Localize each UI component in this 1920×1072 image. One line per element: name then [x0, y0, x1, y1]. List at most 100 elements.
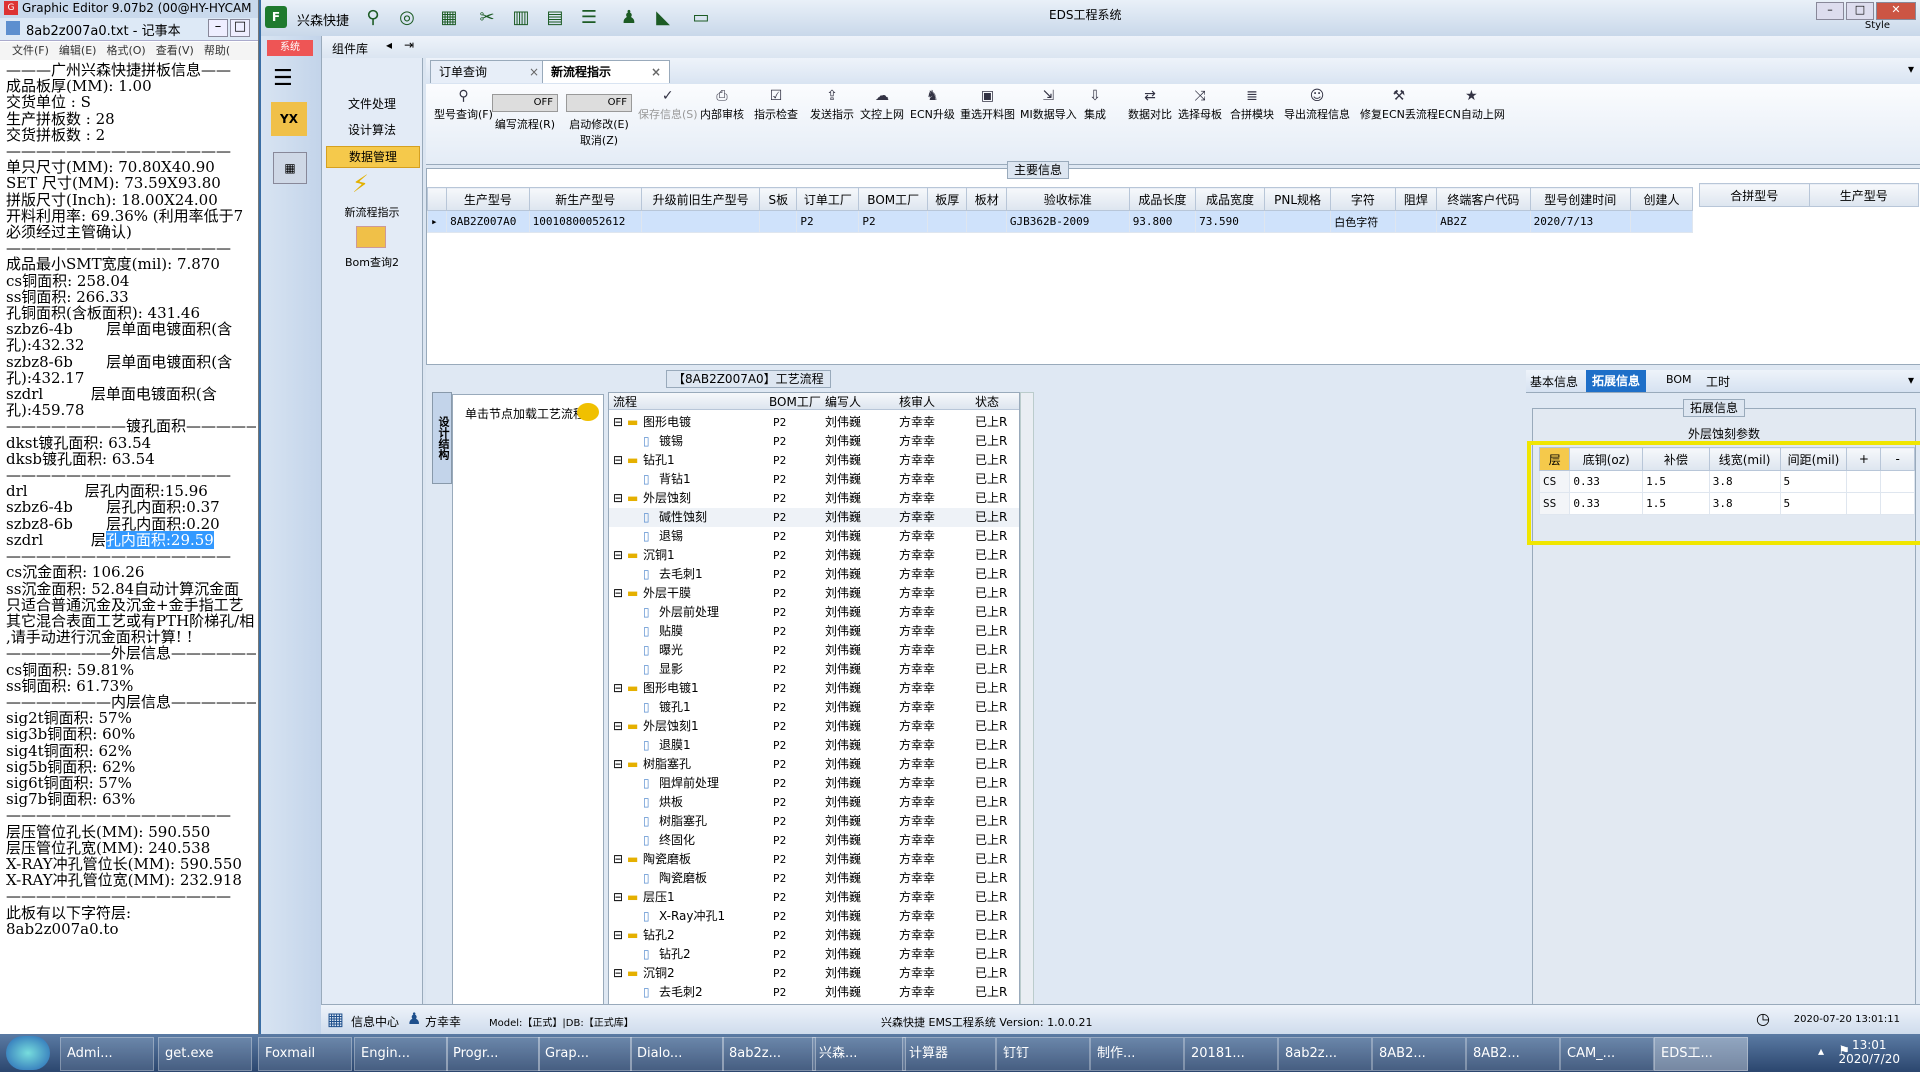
column-header[interactable]: 生产型号 — [1808, 183, 1919, 207]
toolbar-button-11[interactable]: ⇩ 集成 — [1084, 88, 1106, 122]
toggle-switch[interactable]: OFF — [566, 94, 632, 112]
taskbar-item[interactable]: 计算器 — [902, 1037, 996, 1071]
etch-column-header[interactable]: - — [1880, 447, 1915, 471]
scissors-icon[interactable]: ✂ — [475, 6, 499, 30]
target-icon[interactable]: ◎ — [395, 6, 419, 30]
collapse-left-icon[interactable]: ◂ — [386, 38, 392, 52]
col-flow[interactable]: 流程 — [613, 393, 637, 410]
flow-tree-row[interactable]: ▬ ⊟ 图形电镀1 P2 刘伟巍 方幸幸 已上R — [609, 679, 1019, 698]
collapse-icon[interactable]: ⊟ — [613, 679, 623, 698]
flow-tree-row[interactable]: ▯ 退锡 P2 刘伟巍 方幸幸 已上R — [609, 527, 1019, 546]
taskbar-item[interactable]: 8AB2... — [1466, 1037, 1560, 1071]
collapse-icon[interactable]: ⊟ — [613, 489, 623, 508]
flow-tree-row[interactable]: ▯ 外层前处理 P2 刘伟巍 方幸幸 已上R — [609, 603, 1019, 622]
collapse-icon[interactable]: ⊟ — [613, 717, 623, 736]
maximize-button[interactable]: □ — [1846, 2, 1874, 20]
taskbar-item[interactable]: Engin... — [354, 1037, 448, 1071]
tab-extended-info[interactable]: 拓展信息 — [1586, 370, 1647, 392]
etch-column-header[interactable]: 层 — [1538, 447, 1571, 471]
column-header[interactable]: 成品长度 — [1128, 187, 1197, 211]
taskbar-item[interactable]: 20181... — [1184, 1037, 1278, 1071]
toggle-switch[interactable]: OFF — [492, 94, 558, 112]
toolbar-button-0[interactable]: ⚲ 型号查询(F) — [434, 88, 493, 122]
column-header[interactable]: 创建人 — [1629, 187, 1694, 211]
flow-tree-row[interactable]: ▬ ⊟ 钻孔1 P2 刘伟巍 方幸幸 已上R — [609, 451, 1019, 470]
etch-cell[interactable] — [1880, 470, 1915, 493]
flow-tree-row[interactable]: ▯ 去毛刺1 P2 刘伟巍 方幸幸 已上R — [609, 565, 1019, 584]
menu-file[interactable]: 文件(F) — [12, 44, 49, 57]
list-icon[interactable]: ☰ — [577, 6, 601, 30]
new-flow-action[interactable]: 新流程指示 — [322, 204, 422, 220]
bom-query-action[interactable]: Bom查询2 — [322, 254, 422, 270]
design-structure-vtab[interactable]: 设计结构 — [432, 392, 452, 484]
flow-tree-row[interactable]: ▬ ⊟ 树脂塞孔 P2 刘伟巍 方幸幸 已上R — [609, 755, 1019, 774]
column-header[interactable]: 生产型号 — [446, 187, 530, 211]
table-cell[interactable] — [759, 210, 798, 233]
close-button[interactable]: ✕ — [1876, 2, 1916, 20]
info-center[interactable]: 信息中心 — [351, 1013, 399, 1030]
flow-tree-row[interactable]: ▯ 贴膜 P2 刘伟巍 方幸幸 已上R — [609, 622, 1019, 641]
toolbar-button-4[interactable]: ⎙ 内部审核 — [700, 88, 744, 122]
taskbar-item[interactable]: Dialo... — [630, 1037, 724, 1071]
flow-tree-row[interactable]: ▯ 镀孔1 P2 刘伟巍 方幸幸 已上R — [609, 698, 1019, 717]
toolbar-button-16[interactable]: ⚒ 修复ECN丢流程 — [1360, 88, 1438, 122]
column-header[interactable]: BOM工厂 — [858, 187, 929, 211]
taskbar-item[interactable]: CAM_... — [1560, 1037, 1654, 1071]
column-header[interactable]: 型号创建时间 — [1529, 187, 1631, 211]
tab-work-hours[interactable]: 工时 — [1706, 373, 1730, 390]
etch-cell[interactable]: CS — [1538, 470, 1571, 493]
flow-tree-row[interactable]: ▬ ⊟ 陶瓷磨板 P2 刘伟巍 方幸幸 已上R — [609, 850, 1019, 869]
table-cell[interactable]: 8AB2Z007A0 — [446, 210, 530, 233]
menu-edit[interactable]: 编辑(E) — [59, 44, 97, 57]
toolbar-sublabel[interactable]: 取消(Z) — [566, 132, 632, 148]
table-cell[interactable] — [966, 210, 1007, 233]
taskbar-item[interactable]: Foxmail — [258, 1037, 352, 1071]
etch-column-header[interactable]: 线宽(mil) — [1708, 447, 1781, 471]
flow-tree-row[interactable]: ▯ 钻孔2 P2 刘伟巍 方幸幸 已上R — [609, 945, 1019, 964]
tray-clock[interactable]: 13:01 2020/7/20 — [1838, 1038, 1900, 1066]
notepad-titlebar[interactable]: 8ab2z007a0.txt - 记事本 – □ — [0, 18, 258, 41]
column-header[interactable]: 阻焊 — [1394, 187, 1438, 211]
component-data-management[interactable]: 数据管理 — [326, 146, 420, 168]
col-checker[interactable]: 核审人 — [899, 393, 935, 410]
table-cell[interactable]: 10010800052612 — [528, 210, 642, 233]
table-cell[interactable]: 白色字符 — [1330, 210, 1396, 233]
toolbar-button-17[interactable]: ★ ECN自动上网 — [1438, 88, 1505, 122]
taskbar-item[interactable]: 制作... — [1090, 1037, 1184, 1071]
collapse-icon[interactable]: ⊟ — [613, 888, 623, 907]
menu-help[interactable]: 帮助( — [204, 44, 230, 57]
folder-icon[interactable] — [356, 226, 386, 248]
flow-tree-row[interactable]: ▯ 曝光 P2 刘伟巍 方幸幸 已上R — [609, 641, 1019, 660]
toolbar-button-13[interactable]: ⤨ 选择母板 — [1178, 88, 1222, 122]
column-header[interactable]: 字符 — [1330, 187, 1396, 211]
menu-icon[interactable]: ☰ — [273, 66, 293, 91]
toolbar-button-1[interactable]: OFF 编写流程(R) — [492, 88, 558, 132]
close-icon[interactable]: × — [529, 61, 539, 83]
maximize-button[interactable]: □ — [230, 19, 250, 37]
column-header[interactable]: 新生产型号 — [528, 187, 642, 211]
etch-cell[interactable] — [1846, 470, 1882, 493]
etch-cell[interactable]: 0.33 — [1569, 492, 1644, 515]
column-header[interactable]: 终端客户代码 — [1436, 187, 1531, 211]
taskbar-item[interactable]: 8ab2z... — [722, 1037, 816, 1071]
table-cell[interactable]: 93.800 — [1128, 210, 1197, 233]
component-design-algorithm[interactable]: 设计算法 — [326, 120, 418, 140]
column-header[interactable]: 合拼型号 — [1699, 183, 1810, 207]
table-cell[interactable]: 73.590 — [1195, 210, 1265, 233]
toolbar-button-10[interactable]: ⇲ MI数据导入 — [1020, 88, 1077, 122]
pin-icon[interactable]: ⇥ — [404, 38, 414, 52]
flow-tree-row[interactable]: ▯ X-Ray冲孔1 P2 刘伟巍 方幸幸 已上R — [609, 907, 1019, 926]
table-cell[interactable] — [640, 210, 761, 233]
table-cell[interactable] — [1263, 210, 1332, 233]
menu-format[interactable]: 格式(O) — [106, 44, 145, 57]
system-tab[interactable]: 系统 — [267, 40, 313, 56]
chevron-down-icon[interactable]: ▾ — [1908, 62, 1914, 76]
toolbar-button-2[interactable]: OFF 启动修改(E) 取消(Z) — [566, 88, 632, 148]
taskbar-item[interactable]: Grap... — [538, 1037, 632, 1071]
taskbar-item[interactable]: 8AB2... — [1372, 1037, 1466, 1071]
graphic-editor-titlebar[interactable]: G Graphic Editor 9.07b2 (00@HY-HYCAM — [0, 0, 258, 19]
toolbar-button-14[interactable]: ≣ 合拼模块 — [1230, 88, 1274, 122]
toolbar-button-8[interactable]: ♞ ECN升级 — [910, 88, 955, 122]
taskbar-item[interactable]: get.exe — [158, 1037, 252, 1071]
flow-tree-row[interactable]: ▬ ⊟ 外层蚀刻 P2 刘伟巍 方幸幸 已上R — [609, 489, 1019, 508]
